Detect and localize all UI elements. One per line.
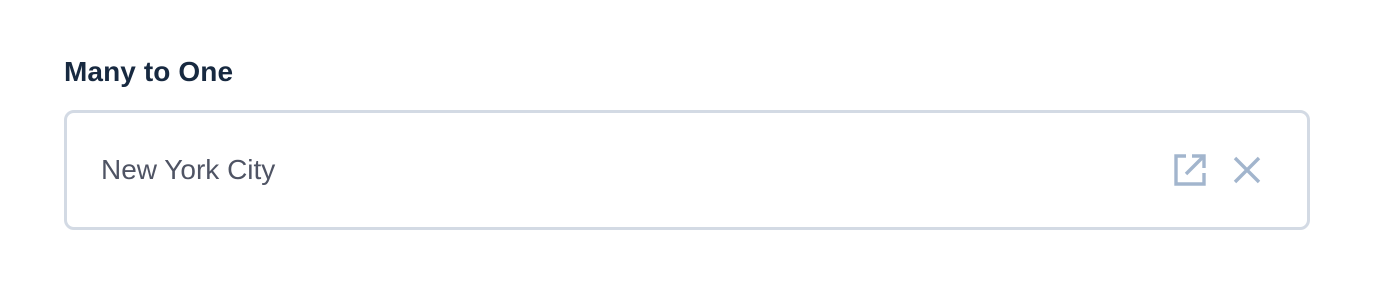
selected-item-value: New York City [101, 154, 276, 185]
clear-selection-button[interactable] [1227, 150, 1267, 190]
relation-select[interactable]: New York City [64, 110, 1310, 230]
close-icon [1227, 150, 1267, 190]
item-actions [1169, 150, 1267, 190]
many-to-one-field: Many to One New York City [64, 52, 1310, 230]
open-in-new-icon [1169, 150, 1209, 190]
open-item-button[interactable] [1169, 150, 1209, 190]
field-label: Many to One [64, 56, 234, 87]
